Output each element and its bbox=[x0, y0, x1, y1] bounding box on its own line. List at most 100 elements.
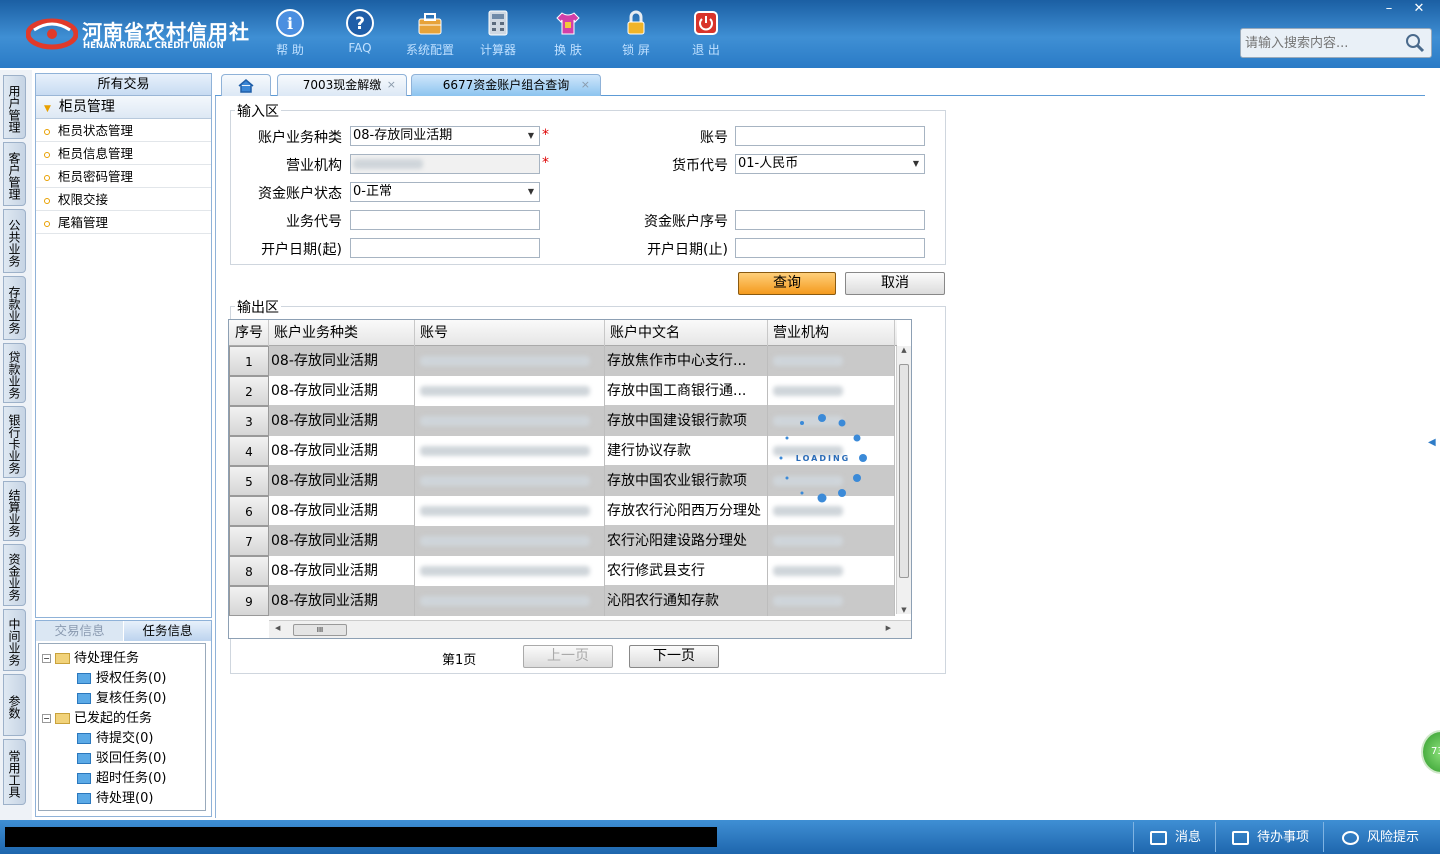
cell-seq[interactable]: 1 bbox=[229, 346, 269, 376]
nav-loan-business[interactable]: 贷款业务 bbox=[3, 343, 26, 403]
cell-acct-name[interactable]: 存放中国建设银行款项 bbox=[605, 406, 768, 436]
cell-acct-no[interactable] bbox=[415, 556, 605, 586]
scroll-up-icon[interactable]: ▲ bbox=[897, 346, 911, 354]
table-row[interactable]: 9 08-存放同业活期 沁阳农行通知存款 bbox=[229, 586, 895, 616]
tab-cash-remittance[interactable]: 7003现金解缴 × bbox=[277, 74, 407, 96]
cell-acct-name[interactable]: 农行沁阳建设路分理处 bbox=[605, 526, 768, 556]
tab-home[interactable] bbox=[221, 74, 271, 96]
cell-acct-type[interactable]: 08-存放同业活期 bbox=[269, 586, 415, 616]
tree-item[interactable]: 权限交接 bbox=[36, 188, 211, 211]
status-select[interactable]: 0-正常 ▼ bbox=[350, 182, 540, 202]
open-to-input[interactable] bbox=[735, 238, 925, 258]
cell-org[interactable] bbox=[768, 346, 895, 376]
tree-header[interactable]: 所有交易 bbox=[36, 74, 211, 96]
task-node[interactable]: 超时任务(0) bbox=[77, 767, 166, 786]
org-input[interactable] bbox=[350, 154, 540, 174]
message-button[interactable]: 消息 bbox=[1150, 827, 1201, 849]
lock-screen-button[interactable]: 锁 屏 bbox=[606, 8, 666, 62]
nav-user-management[interactable]: 用户管理 bbox=[3, 75, 26, 139]
nav-deposit-business[interactable]: 存款业务 bbox=[3, 276, 26, 340]
nav-settlement-business[interactable]: 结算业务 bbox=[3, 481, 26, 541]
cell-acct-name[interactable]: 存放农行沁阳西万分理处 bbox=[605, 496, 768, 526]
scroll-thumb[interactable] bbox=[899, 364, 909, 578]
cell-acct-type[interactable]: 08-存放同业活期 bbox=[269, 436, 415, 466]
close-tab-icon[interactable]: × bbox=[581, 75, 590, 95]
task-node[interactable]: 驳回任务(0) bbox=[77, 747, 166, 766]
risk-button[interactable]: 风险提示 bbox=[1342, 827, 1419, 849]
table-row[interactable]: 8 08-存放同业活期 农行修武县支行 bbox=[229, 556, 895, 586]
col-acct-name[interactable]: 账户中文名 bbox=[605, 320, 768, 346]
nav-card-business[interactable]: 银行卡业务 bbox=[3, 406, 26, 478]
hscroll-thumb[interactable]: III bbox=[293, 624, 347, 636]
cell-acct-name[interactable]: 建行协议存款 bbox=[605, 436, 768, 466]
tab-transaction-info[interactable]: 交易信息 bbox=[36, 621, 123, 641]
cell-org[interactable] bbox=[768, 556, 895, 586]
help-button[interactable]: i 帮 助 bbox=[260, 8, 320, 62]
nav-common-tools[interactable]: 常用工具 bbox=[3, 739, 26, 805]
cell-acct-no[interactable] bbox=[415, 436, 605, 466]
horizontal-scrollbar[interactable]: ◀ III ▶ bbox=[269, 620, 911, 638]
cell-acct-name[interactable]: 存放中国工商银行通... bbox=[605, 376, 768, 406]
task-node[interactable]: 授权任务(0) bbox=[77, 667, 166, 686]
cancel-button[interactable]: 取消 bbox=[845, 272, 945, 295]
todo-button[interactable]: 待办事项 bbox=[1232, 827, 1309, 849]
tree-item[interactable]: 柜员信息管理 bbox=[36, 142, 211, 165]
tab-fund-account-query[interactable]: 6677资金账户组合查询 × bbox=[411, 74, 601, 96]
collapse-icon[interactable]: − bbox=[42, 714, 51, 723]
cell-acct-name[interactable]: 存放中国农业银行款项 bbox=[605, 466, 768, 496]
cell-org[interactable] bbox=[768, 586, 895, 616]
tree-item[interactable]: 柜员密码管理 bbox=[36, 165, 211, 188]
task-node-initiated[interactable]: − 已发起的任务 bbox=[42, 707, 152, 726]
tree-item[interactable]: 柜员状态管理 bbox=[36, 119, 211, 142]
acct-type-select[interactable]: 08-存放同业活期 ▼ bbox=[350, 126, 540, 146]
calculator-button[interactable]: 计算器 bbox=[468, 8, 528, 62]
open-from-input[interactable] bbox=[350, 238, 540, 258]
close-window-button[interactable]: ✕ bbox=[1404, 0, 1434, 18]
cell-acct-no[interactable] bbox=[415, 496, 605, 526]
vertical-scrollbar[interactable]: ▲ ▼ bbox=[896, 346, 911, 614]
cell-acct-name[interactable]: 存放焦作市中心支行... bbox=[605, 346, 768, 376]
cell-seq[interactable]: 8 bbox=[229, 556, 269, 586]
cell-seq[interactable]: 4 bbox=[229, 436, 269, 466]
exit-button[interactable]: 退 出 bbox=[676, 8, 736, 62]
minimize-button[interactable]: – bbox=[1374, 0, 1404, 18]
skin-button[interactable]: 换 肤 bbox=[538, 8, 598, 62]
col-org[interactable]: 营业机构 bbox=[768, 320, 895, 346]
scroll-right-icon[interactable]: ▶ bbox=[886, 624, 891, 632]
scroll-down-icon[interactable]: ▼ bbox=[897, 606, 911, 614]
bizcode-input[interactable] bbox=[350, 210, 540, 230]
cell-seq[interactable]: 2 bbox=[229, 376, 269, 406]
cell-acct-no[interactable] bbox=[415, 376, 605, 406]
cell-seq[interactable]: 7 bbox=[229, 526, 269, 556]
faq-button[interactable]: ? FAQ bbox=[330, 8, 390, 62]
cell-seq[interactable]: 5 bbox=[229, 466, 269, 496]
prev-page-button[interactable]: 上一页 bbox=[523, 645, 613, 668]
cell-acct-name[interactable]: 沁阳农行通知存款 bbox=[605, 586, 768, 616]
cell-acct-type[interactable]: 08-存放同业活期 bbox=[269, 346, 415, 376]
cell-acct-type[interactable]: 08-存放同业活期 bbox=[269, 526, 415, 556]
search-icon[interactable] bbox=[1405, 33, 1425, 53]
scroll-left-icon[interactable]: ◀ bbox=[275, 624, 280, 632]
cell-acct-no[interactable] bbox=[415, 586, 605, 616]
task-node[interactable]: 待处理(0) bbox=[77, 787, 153, 806]
task-node[interactable]: 复核任务(0) bbox=[77, 687, 166, 706]
cell-acct-type[interactable]: 08-存放同业活期 bbox=[269, 406, 415, 436]
system-config-button[interactable]: 系统配置 bbox=[400, 8, 460, 62]
cell-org[interactable] bbox=[768, 376, 895, 406]
cell-acct-type[interactable]: 08-存放同业活期 bbox=[269, 496, 415, 526]
col-seq[interactable]: 序号 bbox=[229, 320, 269, 346]
table-row[interactable]: 1 08-存放同业活期 存放焦作市中心支行... bbox=[229, 346, 895, 376]
dropdown-arrow-icon[interactable]: ▼ bbox=[528, 183, 534, 201]
collapse-icon[interactable]: − bbox=[42, 654, 51, 663]
cell-acct-type[interactable]: 08-存放同业活期 bbox=[269, 376, 415, 406]
collapse-right-icon[interactable]: ◀ bbox=[1428, 437, 1436, 448]
cell-acct-type[interactable]: 08-存放同业活期 bbox=[269, 556, 415, 586]
close-tab-icon[interactable]: × bbox=[387, 75, 396, 95]
dropdown-arrow-icon[interactable]: ▼ bbox=[528, 127, 534, 145]
cell-acct-no[interactable] bbox=[415, 346, 605, 376]
cell-acct-no[interactable] bbox=[415, 526, 605, 556]
cell-acct-no[interactable] bbox=[415, 466, 605, 496]
acct-no-input[interactable] bbox=[735, 126, 925, 146]
nav-parameters[interactable]: 参数 bbox=[3, 674, 26, 736]
dropdown-arrow-icon[interactable]: ▼ bbox=[913, 155, 919, 173]
